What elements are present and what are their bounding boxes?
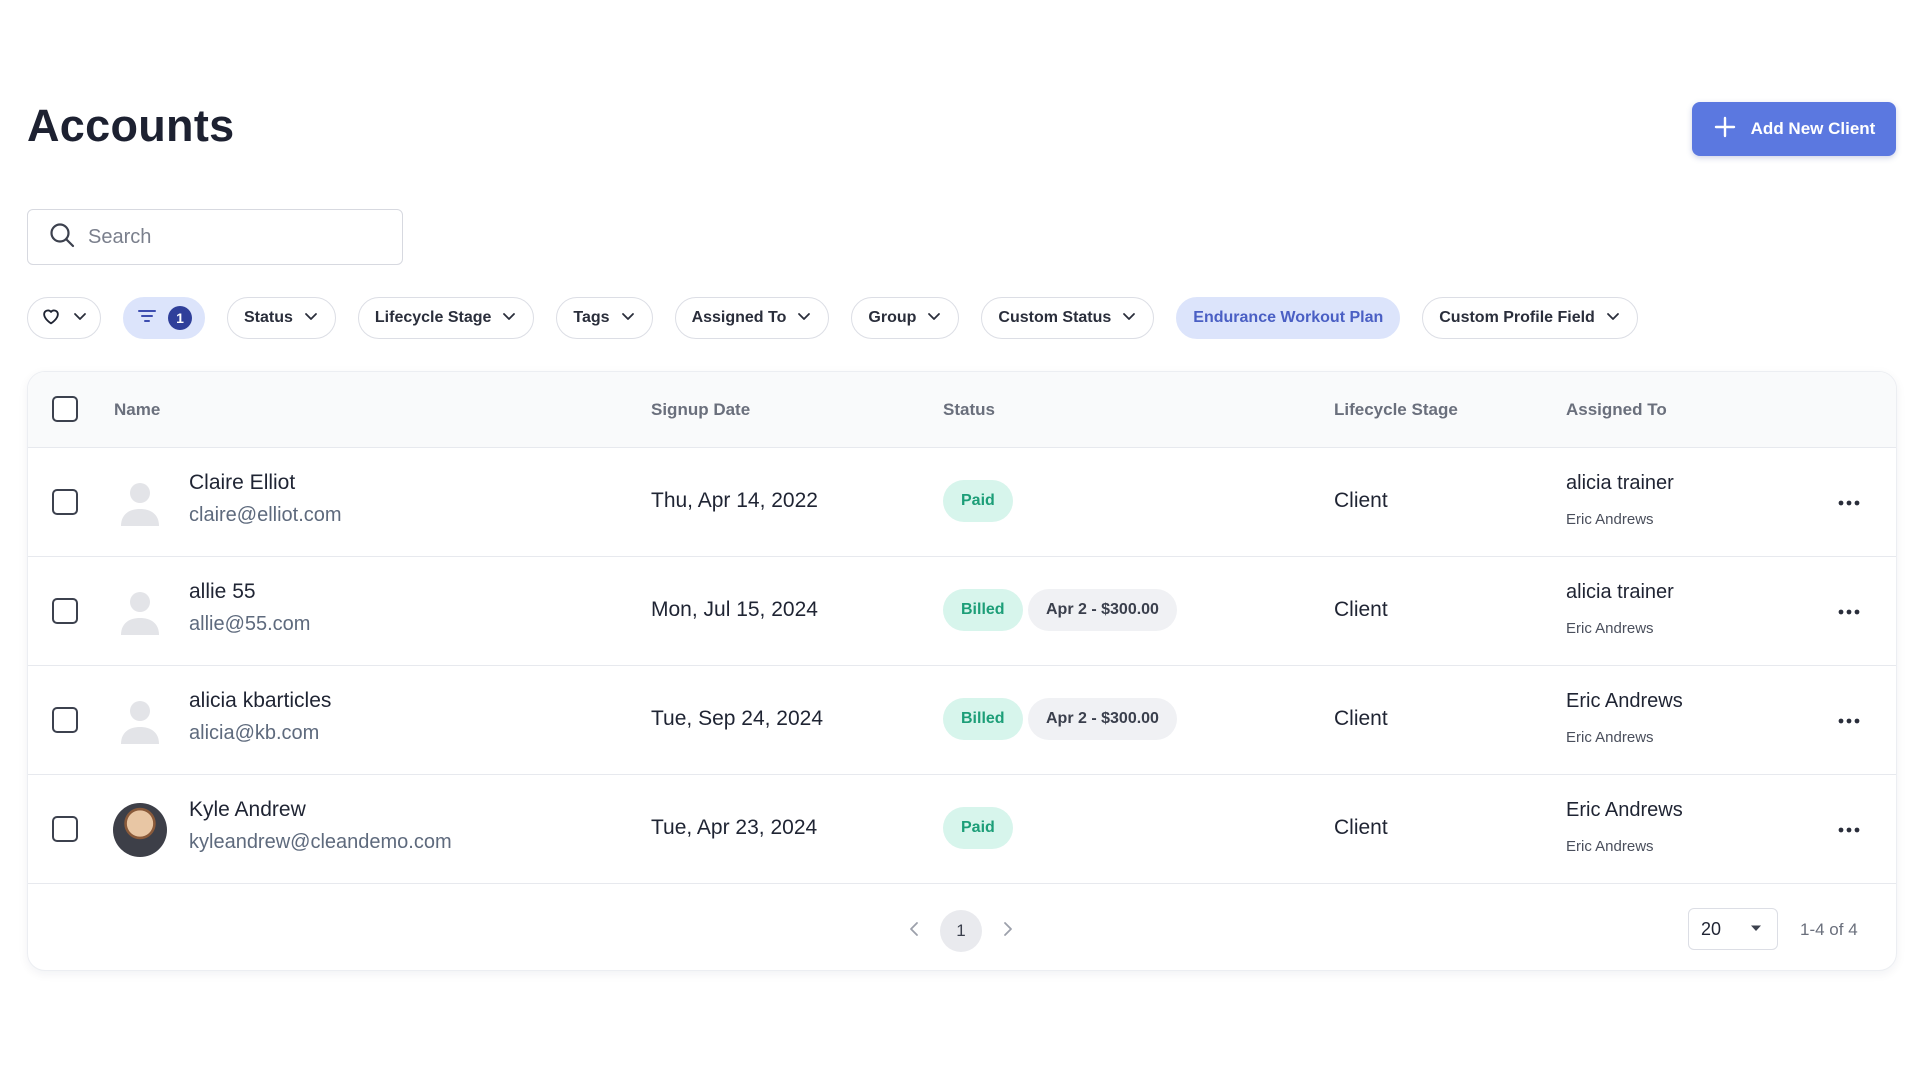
client-email: claire@elliot.com: [189, 504, 342, 526]
chevron-down-icon: [796, 308, 812, 329]
row-checkbox[interactable]: [52, 816, 78, 842]
column-header-lifecycle-stage[interactable]: Lifecycle Stage: [1334, 400, 1458, 420]
favorites-filter[interactable]: [27, 297, 101, 339]
avatar-placeholder-icon: [113, 585, 167, 639]
caret-down-icon: [1749, 919, 1763, 940]
status-badge: Billed: [943, 698, 1023, 740]
chip-label: Lifecycle Stage: [374, 309, 492, 326]
lifecycle-stage: Client: [1334, 816, 1388, 839]
signup-date: Mon, Jul 15, 2024: [651, 598, 818, 621]
chip-label: Assigned To: [691, 309, 787, 326]
client-name[interactable]: allie 55: [189, 580, 256, 604]
filter-endurance-workout-plan[interactable]: Endurance Workout Plan: [1176, 297, 1401, 339]
chevron-right-icon[interactable]: [994, 916, 1020, 942]
filter-assigned-to[interactable]: Assigned To: [674, 297, 830, 339]
table-row[interactable]: alicia kbarticles alicia@kb.com Tue, Sep…: [28, 666, 1896, 775]
column-header-name[interactable]: Name: [114, 400, 160, 420]
table-row[interactable]: allie 55 allie@55.com Mon, Jul 15, 2024 …: [28, 557, 1896, 666]
search-box: [27, 209, 403, 265]
chevron-down-icon: [501, 308, 517, 329]
client-name[interactable]: Kyle Andrew: [189, 798, 306, 822]
row-checkbox[interactable]: [52, 707, 78, 733]
chip-label: Group: [868, 309, 917, 326]
filter-bar: 1 Status Lifecycle Stage Tags Assigned T…: [27, 297, 1638, 339]
chip-label: Endurance Workout Plan: [1193, 309, 1384, 326]
status-badge: Paid: [943, 480, 1013, 522]
assigned-to-secondary: Eric Andrews: [1566, 838, 1654, 855]
assigned-to-secondary: Eric Andrews: [1566, 620, 1654, 637]
table-row[interactable]: Kyle Andrew kyleandrew@cleandemo.com Tue…: [28, 775, 1896, 884]
filter-count-badge: 1: [168, 306, 192, 330]
signup-date: Tue, Apr 23, 2024: [651, 816, 818, 839]
active-filters-button[interactable]: 1: [123, 297, 205, 339]
pagination-bar: 1 20 1-4 of 4: [28, 884, 1896, 970]
filter-custom-profile-field[interactable]: Custom Profile Field: [1422, 297, 1638, 339]
page-title: Accounts: [27, 100, 235, 151]
more-options-icon[interactable]: [1834, 597, 1864, 627]
filter-tags[interactable]: Tags: [556, 297, 653, 339]
assigned-to-secondary: Eric Andrews: [1566, 729, 1654, 746]
plus-icon: [1713, 115, 1737, 144]
assigned-to: Eric Andrews: [1566, 799, 1683, 821]
filter-lifecycle-stage[interactable]: Lifecycle Stage: [357, 297, 535, 339]
page-size-value: 20: [1701, 918, 1722, 939]
table-header: Name Signup Date Status Lifecycle Stage …: [28, 372, 1896, 448]
page-size-select[interactable]: 20: [1688, 908, 1778, 950]
billing-amount-badge: Apr 2 - $300.00: [1028, 589, 1177, 631]
table-row[interactable]: Claire Elliot claire@elliot.com Thu, Apr…: [28, 448, 1896, 557]
chevron-down-icon: [620, 308, 636, 329]
add-new-client-button[interactable]: Add New Client: [1692, 102, 1896, 156]
chevron-down-icon: [303, 308, 319, 329]
avatar-placeholder-icon: [113, 476, 167, 530]
row-checkbox[interactable]: [52, 489, 78, 515]
more-options-icon[interactable]: [1834, 815, 1864, 845]
lifecycle-stage: Client: [1334, 598, 1388, 621]
assigned-to: alicia trainer: [1566, 581, 1674, 603]
assigned-to-secondary: Eric Andrews: [1566, 511, 1654, 528]
client-email: kyleandrew@cleandemo.com: [189, 831, 452, 853]
filter-status[interactable]: Status: [227, 297, 336, 339]
accounts-table: Name Signup Date Status Lifecycle Stage …: [27, 371, 1897, 971]
search-input[interactable]: [88, 225, 368, 249]
chip-label: Status: [244, 309, 293, 326]
column-header-assigned-to[interactable]: Assigned To: [1566, 400, 1667, 420]
chevron-down-icon: [1605, 308, 1621, 329]
status-badge: Paid: [943, 807, 1013, 849]
add-new-client-label: Add New Client: [1750, 119, 1876, 138]
row-checkbox[interactable]: [52, 598, 78, 624]
heart-icon: [40, 305, 62, 332]
client-name[interactable]: alicia kbarticles: [189, 689, 331, 713]
more-options-icon[interactable]: [1834, 488, 1864, 518]
filter-group[interactable]: Group: [851, 297, 960, 339]
column-header-signup-date[interactable]: Signup Date: [651, 400, 750, 420]
filter-custom-status[interactable]: Custom Status: [981, 297, 1155, 339]
more-options-icon[interactable]: [1834, 706, 1864, 736]
chevron-down-icon: [1121, 308, 1137, 329]
avatar-photo: [113, 803, 167, 857]
chip-label: Custom Profile Field: [1439, 309, 1595, 326]
chip-label: Tags: [573, 309, 610, 326]
current-page-button[interactable]: 1: [940, 910, 982, 952]
search-icon: [48, 221, 76, 254]
select-all-checkbox[interactable]: [52, 396, 78, 422]
lifecycle-stage: Client: [1334, 489, 1388, 512]
pagination-range: 1-4 of 4: [1800, 920, 1858, 939]
assigned-to: Eric Andrews: [1566, 690, 1683, 712]
chevron-down-icon: [72, 308, 88, 329]
column-header-status[interactable]: Status: [943, 400, 995, 420]
billing-amount-badge: Apr 2 - $300.00: [1028, 698, 1177, 740]
lifecycle-stage: Client: [1334, 707, 1388, 730]
status-badge: Billed: [943, 589, 1023, 631]
chip-label: Custom Status: [998, 309, 1112, 326]
chevron-left-icon[interactable]: [902, 916, 928, 942]
chevron-down-icon: [926, 308, 942, 329]
client-email: alicia@kb.com: [189, 722, 320, 744]
signup-date: Thu, Apr 14, 2022: [651, 489, 818, 512]
filter-lines-icon: [136, 305, 158, 332]
avatar-placeholder-icon: [113, 694, 167, 748]
assigned-to: alicia trainer: [1566, 472, 1674, 494]
client-email: allie@55.com: [189, 613, 311, 635]
signup-date: Tue, Sep 24, 2024: [651, 707, 824, 730]
client-name[interactable]: Claire Elliot: [189, 471, 295, 495]
